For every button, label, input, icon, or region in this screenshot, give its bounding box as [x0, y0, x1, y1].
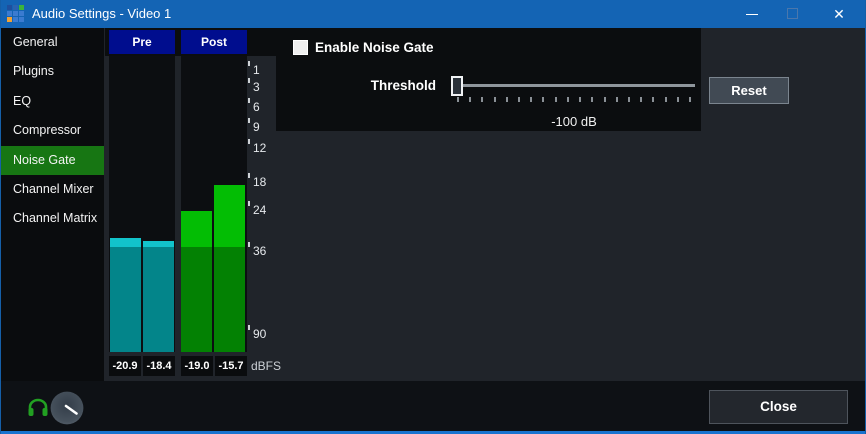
- audio-settings-window: Audio Settings - Video 1 ✕ General Plugi…: [0, 0, 866, 434]
- pre-meter-bar-left: [110, 238, 141, 352]
- scale-label: 12: [253, 141, 266, 155]
- app-icon: [7, 5, 24, 22]
- minimize-icon: [746, 14, 758, 15]
- headphones-icon[interactable]: [27, 397, 49, 417]
- threshold-slider-ticks: [457, 97, 691, 103]
- post-right-reading: -15.7: [215, 356, 247, 376]
- maximize-button[interactable]: [776, 0, 810, 28]
- scale-label: 6: [253, 100, 260, 114]
- sidebar-item-channel-matrix[interactable]: Channel Matrix: [1, 204, 104, 233]
- scale-label: 36: [253, 244, 266, 258]
- enable-noise-gate-label: Enable Noise Gate: [315, 40, 434, 55]
- scale-label: 18: [253, 175, 266, 189]
- reset-button[interactable]: Reset: [709, 77, 789, 104]
- sidebar-item-compressor[interactable]: Compressor: [1, 116, 104, 145]
- settings-sidebar: General Plugins EQ Compressor Noise Gate…: [1, 28, 104, 431]
- close-window-button[interactable]: ✕: [822, 0, 856, 28]
- window-title: Audio Settings - Video 1: [32, 0, 171, 28]
- scale-label: 1: [253, 63, 260, 77]
- pre-left-reading: -20.9: [109, 356, 141, 376]
- enable-noise-gate-checkbox[interactable]: [293, 40, 308, 55]
- sidebar-item-plugins[interactable]: Plugins: [1, 57, 104, 86]
- threshold-slider-thumb[interactable]: [451, 76, 463, 96]
- threshold-label: Threshold: [341, 78, 436, 93]
- dbfs-unit-label: dBFS: [251, 356, 281, 376]
- post-meter-bar-left: [181, 211, 212, 352]
- post-meter-box: [181, 56, 247, 352]
- post-left-reading: -19.0: [181, 356, 213, 376]
- threshold-slider-track[interactable]: [453, 84, 695, 87]
- close-button[interactable]: Close: [709, 390, 848, 424]
- scale-label: 90: [253, 327, 266, 341]
- pre-meter-header: Pre: [109, 30, 175, 54]
- post-meter-header: Post: [181, 30, 247, 54]
- volume-knob[interactable]: [50, 391, 84, 425]
- minimize-button[interactable]: [735, 0, 769, 28]
- titlebar: Audio Settings - Video 1 ✕: [1, 0, 865, 28]
- scale-label: 3: [253, 80, 260, 94]
- pre-meter-bar-right: [143, 241, 174, 352]
- sidebar-item-eq[interactable]: EQ: [1, 87, 104, 116]
- threshold-value: -100 dB: [453, 114, 695, 129]
- sidebar-item-channel-mixer[interactable]: Channel Mixer: [1, 175, 104, 204]
- sidebar-item-general[interactable]: General: [1, 28, 104, 57]
- scale-label: 24: [253, 203, 266, 217]
- sidebar-item-noise-gate[interactable]: Noise Gate: [1, 146, 104, 175]
- scale-label: 9: [253, 120, 260, 134]
- post-meter-bar-right: [214, 185, 245, 352]
- pre-meter-box: [109, 56, 175, 352]
- pre-right-reading: -18.4: [143, 356, 175, 376]
- maximize-icon: [787, 8, 798, 19]
